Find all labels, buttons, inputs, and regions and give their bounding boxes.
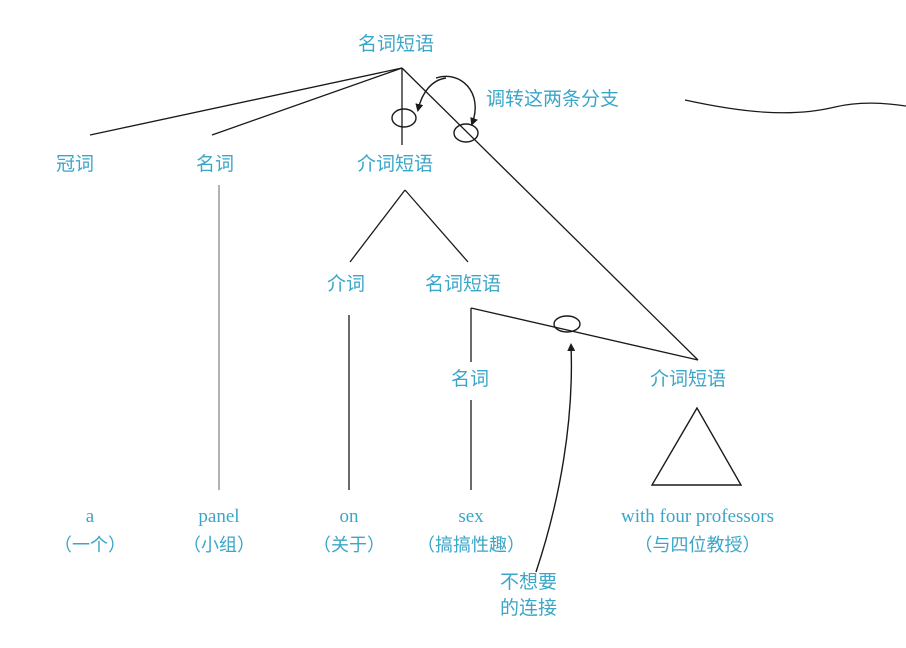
leaf-word-a: a: [85, 506, 95, 527]
node-np-2: 名词短语: [425, 273, 502, 295]
leaf-word-on: on: [339, 506, 359, 527]
annotation-wavy-line: [684, 99, 906, 114]
node-article: 冠词: [56, 153, 95, 175]
branch-pp1-np2: [404, 189, 469, 263]
annotation-swap-branches: 调转这两条分支: [486, 88, 620, 110]
node-pp-2: 介词短语: [650, 368, 727, 390]
annotation-unwanted-line2: 的连接: [500, 596, 558, 619]
node-noun-2: 名词: [451, 368, 490, 390]
swap-arrow-right: [435, 75, 478, 126]
annotation-unwanted-line1: 不想要: [500, 571, 558, 593]
leaf-word-with-four-professors: with four professors: [620, 506, 775, 527]
leaf-word-sex: sex: [458, 506, 484, 527]
syntax-tree-diagram: 名词短语 冠词 名词 介词短语 介词 名词短语 名词 介词短语 调转这两条分支 …: [0, 0, 906, 648]
branch-root-article: [89, 67, 403, 136]
branch-np2-pp2-unwanted: [470, 307, 699, 361]
leaf-gloss-with-four-professors: （与四位教授）: [634, 535, 761, 556]
branch-root-noun: [211, 67, 403, 136]
marker-ellipse-pp2: [453, 123, 479, 143]
node-prep: 介词: [327, 273, 366, 295]
unwanted-arrow: [535, 343, 576, 573]
pp2-triangle: [650, 406, 743, 486]
leaf-gloss-on: （关于）: [313, 535, 385, 556]
leaf-gloss-panel: （小组）: [183, 535, 255, 556]
node-noun-1: 名词: [196, 153, 235, 175]
branch-root-pp2: [401, 67, 699, 361]
node-pp-1: 介词短语: [357, 153, 434, 175]
marker-ellipse-pp1: [391, 108, 417, 128]
leaf-word-panel: panel: [198, 506, 240, 527]
branch-pp1-prep: [349, 189, 406, 263]
node-root-np: 名词短语: [358, 33, 435, 55]
leaf-gloss-a: （一个）: [54, 535, 126, 556]
annotation-unwanted-connection: 不想要 的连接: [500, 570, 557, 621]
swap-arrow-left: [415, 77, 447, 112]
leaf-gloss-sex: （搞搞性趣）: [417, 535, 525, 556]
